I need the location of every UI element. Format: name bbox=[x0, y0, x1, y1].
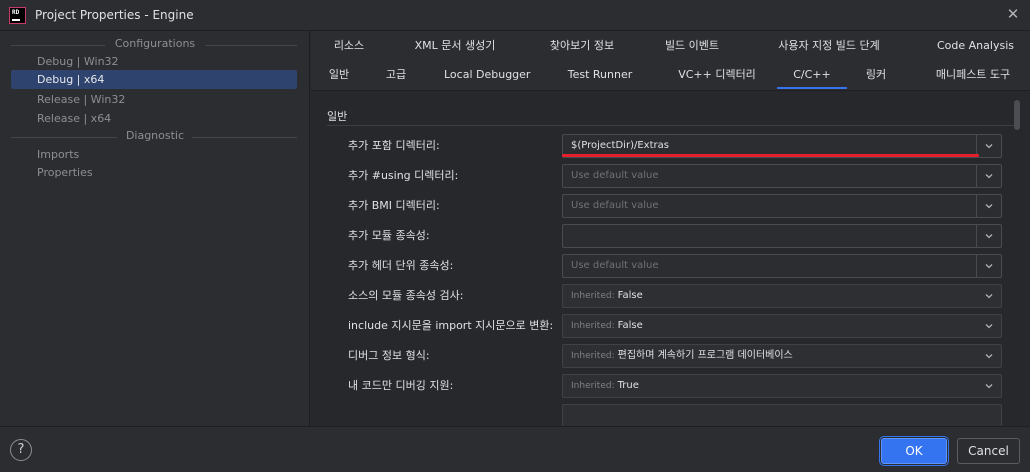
label-just-my-code-debugging: 내 코드만 디버깅 지원: bbox=[348, 379, 454, 392]
label-additional-module-deps: 추가 모듈 종속성: bbox=[348, 229, 430, 242]
sidebar-item-debug-win32[interactable]: Debug | Win32 bbox=[11, 52, 297, 71]
chevron-down-icon[interactable] bbox=[983, 260, 995, 272]
tab-custom-build-step[interactable]: 사용자 지정 빌드 단계 bbox=[773, 32, 885, 60]
window-title: Project Properties - Engine bbox=[35, 8, 194, 22]
field-placeholder[interactable]: Use default value bbox=[571, 255, 969, 277]
select-value: True bbox=[617, 380, 639, 391]
chevron-down-icon[interactable] bbox=[983, 230, 995, 242]
additional-bmi-dirs-input[interactable]: Use default value bbox=[562, 194, 1002, 218]
sidebar-item-release-win32[interactable]: Release | Win32 bbox=[11, 90, 297, 109]
sidebar-item-release-x64[interactable]: Release | x64 bbox=[11, 109, 297, 128]
scan-sources-module-deps-select[interactable]: Inherited: False bbox=[562, 284, 1002, 308]
cancel-button[interactable]: Cancel bbox=[957, 438, 1020, 464]
label-debug-info-format: 디버그 정보 형식: bbox=[348, 349, 430, 362]
chevron-down-icon[interactable] bbox=[983, 170, 995, 182]
help-button[interactable]: ? bbox=[10, 439, 32, 461]
additional-header-unit-deps-input[interactable]: Use default value bbox=[562, 254, 1002, 278]
chevron-down-icon[interactable] bbox=[983, 380, 995, 392]
select-value: False bbox=[617, 290, 643, 301]
tab-build-events[interactable]: 빌드 이벤트 bbox=[660, 32, 724, 60]
tab-general[interactable]: 일반 bbox=[326, 61, 352, 89]
chevron-down-icon[interactable] bbox=[983, 200, 995, 212]
label-additional-using-dirs: 추가 #using 디렉터리: bbox=[348, 169, 459, 182]
chevron-down-icon[interactable] bbox=[983, 320, 995, 332]
group-label-configurations: Configurations bbox=[108, 37, 202, 50]
debug-info-format-select[interactable]: Inherited: 편집하며 계속하기 프로그램 데이터베이스 bbox=[562, 344, 1002, 368]
tab-browse-info[interactable]: 찾아보기 정보 bbox=[542, 32, 622, 60]
tab-c-cpp[interactable]: C/C++ bbox=[777, 61, 847, 89]
vertical-scrollbar[interactable] bbox=[1014, 100, 1020, 130]
group-label-diagnostic: Diagnostic bbox=[119, 129, 191, 142]
tab-linker[interactable]: 링커 bbox=[861, 61, 891, 89]
field-placeholder[interactable]: Use default value bbox=[571, 195, 969, 217]
tab-local-debugger[interactable]: Local Debugger bbox=[444, 61, 530, 89]
tab-manifest-tool[interactable]: 매니페스트 도구 bbox=[928, 61, 1018, 89]
app-icon-text: RD bbox=[12, 9, 20, 16]
tab-test-runner[interactable]: Test Runner bbox=[567, 61, 633, 89]
property-tabs: 리소스 XML 문서 생성기 찾아보기 정보 빌드 이벤트 사용자 지정 빌드 … bbox=[311, 31, 1030, 91]
configurations-sidebar: Configurations Debug | Win32 Debug | x64… bbox=[0, 31, 310, 426]
tab-code-analysis[interactable]: Code Analysis bbox=[937, 32, 1014, 60]
sidebar-item-debug-x64[interactable]: Debug | x64 bbox=[11, 70, 297, 89]
section-divider bbox=[327, 125, 1014, 126]
sidebar-item-properties[interactable]: Properties bbox=[11, 163, 297, 182]
label-translate-include-to-import: include 지시문을 import 지시문으로 변환: bbox=[348, 319, 554, 332]
group-header-diagnostic: Diagnostic bbox=[0, 129, 310, 145]
label-additional-include-dirs: 추가 포함 디렉터리: bbox=[348, 139, 440, 152]
rider-app-icon: RD bbox=[9, 7, 26, 24]
close-icon[interactable]: ✕ bbox=[1004, 5, 1022, 23]
tab-xml-doc-generator[interactable]: XML 문서 생성기 bbox=[406, 32, 504, 60]
inherited-tag: Inherited: bbox=[571, 321, 615, 331]
chevron-down-icon[interactable] bbox=[983, 140, 995, 152]
translate-include-to-import-select[interactable]: Inherited: False bbox=[562, 314, 1002, 338]
chevron-down-icon[interactable] bbox=[983, 350, 995, 362]
just-my-code-debugging-select[interactable]: Inherited: True bbox=[562, 374, 1002, 398]
sidebar-item-imports[interactable]: Imports bbox=[11, 145, 297, 164]
title-bar: RD Project Properties - Engine ✕ bbox=[0, 0, 1030, 31]
select-value: 편집하며 계속하기 프로그램 데이터베이스 bbox=[617, 350, 793, 361]
tab-advanced[interactable]: 고급 bbox=[383, 61, 409, 89]
tab-resources[interactable]: 리소스 bbox=[329, 32, 369, 60]
property-grid: 일반 추가 포함 디렉터리: $(ProjectDir)/Extras 추가 #… bbox=[311, 92, 1030, 426]
label-additional-bmi-dirs: 추가 BMI 디렉터리: bbox=[348, 199, 440, 212]
inherited-tag: Inherited: bbox=[571, 351, 615, 361]
section-title-general: 일반 bbox=[327, 110, 348, 123]
inherited-tag: Inherited: bbox=[571, 381, 615, 391]
chevron-down-icon[interactable] bbox=[983, 290, 995, 302]
field-placeholder[interactable]: Use default value bbox=[571, 165, 969, 187]
ok-button[interactable]: OK bbox=[881, 438, 947, 464]
tab-vc-directories[interactable]: VC++ 디렉터리 bbox=[672, 61, 762, 89]
inherited-tag: Inherited: bbox=[571, 291, 615, 301]
additional-module-deps-input[interactable] bbox=[562, 224, 1002, 248]
label-scan-sources-module-deps: 소스의 모듈 종속성 검사: bbox=[348, 289, 464, 302]
partially-visible-select[interactable] bbox=[562, 404, 1002, 426]
label-additional-header-unit-deps: 추가 헤더 단위 종속성: bbox=[348, 259, 454, 272]
select-value: False bbox=[617, 320, 643, 331]
additional-using-dirs-input[interactable]: Use default value bbox=[562, 164, 1002, 188]
red-annotation-underline bbox=[562, 154, 979, 157]
dialog-footer: ? OK Cancel bbox=[0, 426, 1030, 472]
group-header-configurations: Configurations bbox=[0, 37, 310, 53]
